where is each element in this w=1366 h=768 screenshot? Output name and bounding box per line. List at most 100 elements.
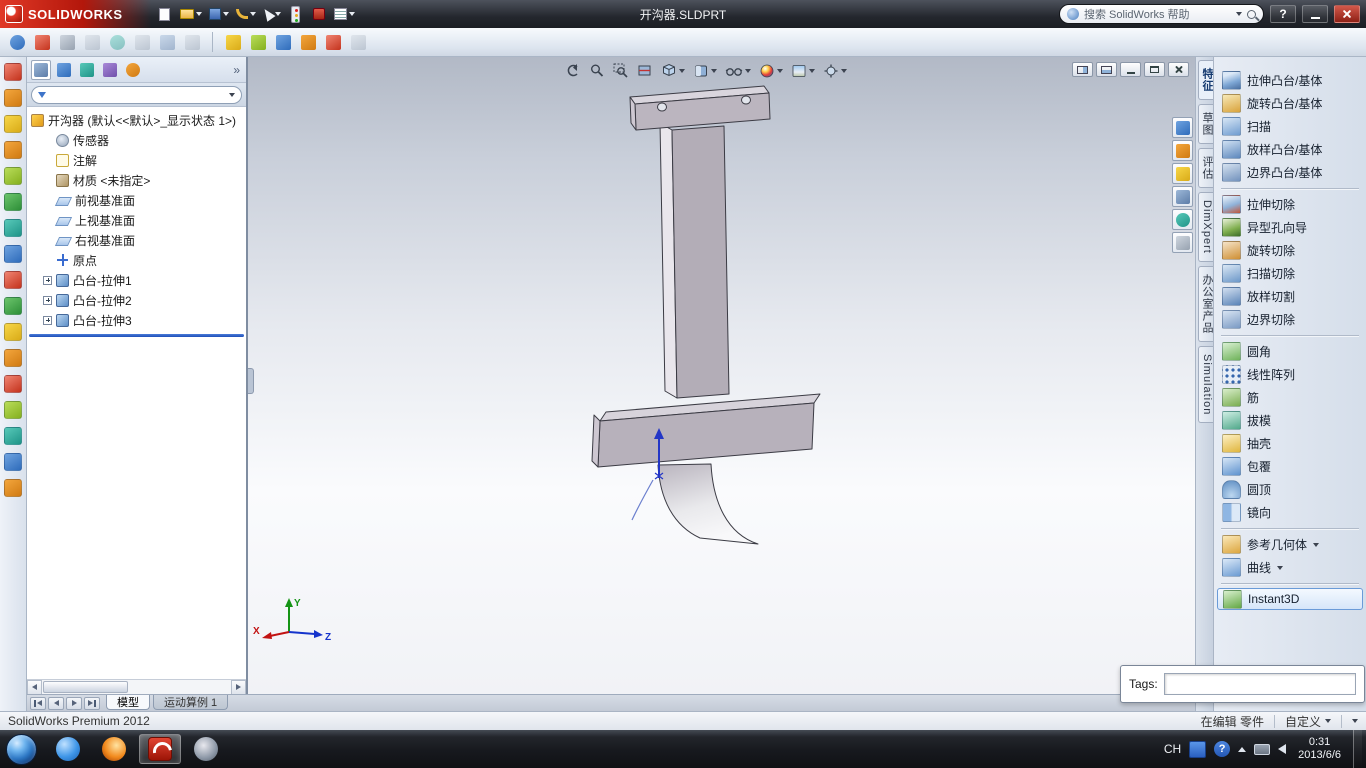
tree-item-top-plane[interactable]: 上视基准面	[27, 210, 246, 230]
chevron-down-icon[interactable]	[229, 92, 235, 97]
left-toolbar-icon-11[interactable]	[4, 323, 22, 341]
tray-expand-icon[interactable]	[1238, 746, 1247, 752]
tree-item-front-plane[interactable]: 前视基准面	[27, 190, 246, 210]
tree-item-boss-extrude2[interactable]: 凸台-拉伸2	[27, 290, 246, 310]
dimxpertmanager-tab[interactable]	[100, 60, 120, 80]
left-toolbar-icon-14[interactable]	[4, 401, 22, 419]
expand-plus-icon[interactable]	[43, 315, 52, 325]
graphics-viewport[interactable]: Y X Z	[248, 57, 1195, 694]
toolbar-icon-star[interactable]	[297, 31, 319, 53]
start-button[interactable]	[6, 733, 37, 765]
hide-show-items-button[interactable]	[723, 61, 753, 81]
toolbar-icon-gray2[interactable]	[156, 31, 178, 53]
tree-root[interactable]: 开沟器 (默认<<默认>_显示状态 1>)	[27, 110, 246, 130]
appearances-tab[interactable]	[1172, 209, 1193, 230]
previous-tab-button[interactable]	[48, 696, 64, 710]
left-toolbar-icon-1[interactable]	[4, 63, 22, 81]
toolbar-icon-doc2[interactable]	[81, 31, 103, 53]
feature-extruded-boss[interactable]: 拉伸凸台/基体	[1214, 69, 1366, 92]
tags-input[interactable]	[1163, 673, 1356, 695]
configurationmanager-tab[interactable]	[77, 60, 97, 80]
left-toolbar-icon-3[interactable]	[4, 115, 22, 133]
resources-home-tab[interactable]	[1172, 117, 1193, 138]
view-settings-button[interactable]	[821, 61, 849, 81]
minimize-button[interactable]	[1302, 5, 1328, 23]
design-library-tab[interactable]	[1172, 140, 1193, 161]
toolbar-icon-measure[interactable]	[222, 31, 244, 53]
tray-clock[interactable]: 0:31 2013/6/6	[1294, 736, 1345, 762]
feature-fillet[interactable]: 圆角	[1214, 340, 1366, 363]
previous-view-button[interactable]	[563, 61, 583, 81]
first-tab-button[interactable]	[30, 696, 46, 710]
toolbar-icon-doc1[interactable]	[56, 31, 78, 53]
panel-splitter-handle[interactable]	[248, 368, 254, 394]
toolbar-icon-box[interactable]	[322, 31, 344, 53]
toolbar-icon-gray3[interactable]	[181, 31, 203, 53]
view-orientation-button[interactable]	[659, 61, 687, 81]
feature-instant3d[interactable]: Instant3D	[1217, 588, 1363, 610]
feature-extruded-cut[interactable]: 拉伸切除	[1214, 193, 1366, 216]
feature-curves[interactable]: 曲线	[1214, 556, 1366, 579]
apply-scene-button[interactable]	[789, 61, 817, 81]
tree-item-right-plane[interactable]: 右视基准面	[27, 230, 246, 250]
left-toolbar-icon-8[interactable]	[4, 245, 22, 263]
zoom-fit-button[interactable]	[587, 61, 607, 81]
feature-swept-cut[interactable]: 扫描切除	[1214, 262, 1366, 285]
statusbar-expand-icon[interactable]	[1352, 719, 1358, 723]
panel-chevron[interactable]: »	[233, 63, 242, 77]
feature-lofted-cut[interactable]: 放样切割	[1214, 285, 1366, 308]
left-toolbar-icon-9[interactable]	[4, 271, 22, 289]
feature-lofted-boss[interactable]: 放样凸台/基体	[1214, 138, 1366, 161]
section-view-button[interactable]	[635, 61, 655, 81]
rebuild-button[interactable]	[309, 3, 329, 25]
toolbar-icon-redbox[interactable]	[31, 31, 53, 53]
left-toolbar-icon-16[interactable]	[4, 453, 22, 471]
undo-button[interactable]	[234, 3, 258, 25]
display-style-button[interactable]	[691, 61, 719, 81]
custom-properties-tab[interactable]	[1172, 232, 1193, 253]
left-toolbar-icon-15[interactable]	[4, 427, 22, 445]
taskbar-ie-button[interactable]	[47, 734, 89, 764]
left-toolbar-icon-6[interactable]	[4, 193, 22, 211]
scrollbar-track[interactable]	[42, 679, 231, 695]
zoom-area-button[interactable]	[611, 61, 631, 81]
new-document-button[interactable]	[155, 3, 175, 25]
tree-item-annotations[interactable]: 注解	[27, 150, 246, 170]
featuremanager-tab[interactable]	[31, 59, 51, 80]
doc-minimize-button[interactable]	[1120, 62, 1141, 77]
options-button[interactable]	[332, 3, 357, 25]
toolbar-icon-gray1[interactable]	[131, 31, 153, 53]
chevron-down-icon[interactable]	[1236, 12, 1242, 16]
feature-sweep[interactable]: 扫描	[1214, 115, 1366, 138]
tree-item-boss-extrude1[interactable]: 凸台-拉伸1	[27, 270, 246, 290]
feature-reference-geometry[interactable]: 参考几何体	[1214, 533, 1366, 556]
search-icon[interactable]	[1247, 9, 1256, 19]
feature-rib[interactable]: 筋	[1214, 386, 1366, 409]
open-button[interactable]	[178, 3, 204, 25]
feature-shell[interactable]: 抽壳	[1214, 432, 1366, 455]
left-toolbar-icon-10[interactable]	[4, 297, 22, 315]
left-toolbar-icon-2[interactable]	[4, 89, 22, 107]
feature-wrap[interactable]: 包覆	[1214, 455, 1366, 478]
tray-help-icon[interactable]: ?	[1214, 741, 1231, 757]
ime-icon[interactable]	[1189, 740, 1207, 758]
rollback-bar[interactable]	[29, 334, 244, 337]
left-toolbar-icon-13[interactable]	[4, 375, 22, 393]
show-desktop-button[interactable]	[1353, 730, 1362, 768]
selection-filter-button[interactable]	[286, 3, 306, 25]
feature-dome[interactable]: 圆顶	[1214, 478, 1366, 501]
language-indicator[interactable]: CH	[1164, 742, 1181, 756]
help-search-box[interactable]: 搜索 SolidWorks 帮助	[1059, 4, 1264, 24]
custom-dropdown[interactable]: 自定义	[1285, 713, 1331, 730]
scrollbar-thumb[interactable]	[43, 680, 129, 693]
last-tab-button[interactable]	[84, 696, 100, 710]
toolbar-icon-sphere[interactable]	[6, 31, 28, 53]
scroll-right-button[interactable]	[231, 679, 246, 695]
toolbar-icon-extra[interactable]	[347, 31, 369, 53]
toolbar-icon-teal[interactable]	[106, 31, 128, 53]
part-model[interactable]	[591, 85, 821, 545]
left-toolbar-icon-4[interactable]	[4, 141, 22, 159]
doc-close-button[interactable]	[1168, 62, 1189, 77]
toolbar-icon-axis[interactable]	[272, 31, 294, 53]
feature-revolved-boss[interactable]: 旋转凸台/基体	[1214, 92, 1366, 115]
